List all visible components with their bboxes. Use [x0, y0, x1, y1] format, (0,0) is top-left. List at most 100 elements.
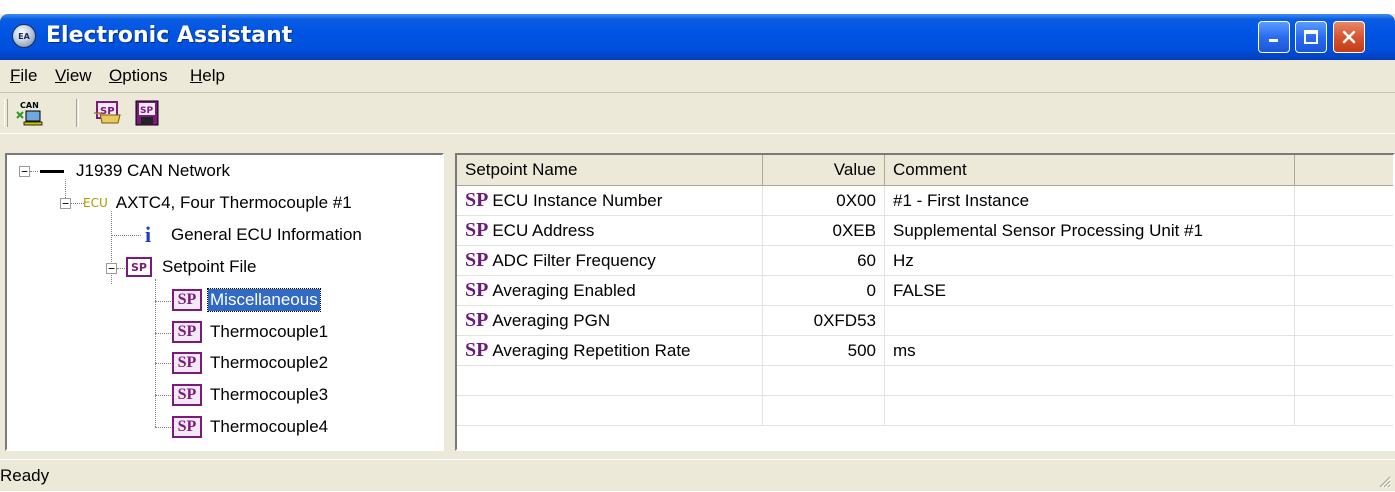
setpoint-comment-cell: FALSE	[885, 276, 1295, 306]
tree-item-general-info[interactable]: i General ECU Information	[143, 220, 364, 250]
info-icon: i	[144, 222, 152, 247]
tree-item-label: Setpoint File	[162, 257, 257, 276]
tree-item-thermocouple4[interactable]: SP Thermocouple4	[172, 412, 330, 442]
setpoint-value-cell[interactable]: 500	[763, 336, 885, 366]
pane-splitter[interactable]	[444, 153, 455, 451]
setpoint-comment-cell: ms	[885, 336, 1295, 366]
resize-grip-icon[interactable]	[1377, 474, 1391, 488]
svg-text:CAN: CAN	[20, 101, 39, 110]
menu-options[interactable]: Options	[109, 66, 168, 86]
setpoint-value-cell[interactable]: 60	[763, 246, 885, 276]
setpoint-icon: SP	[465, 219, 489, 241]
minimize-button[interactable]	[1258, 21, 1290, 53]
toolbar-separator	[76, 99, 79, 127]
close-button[interactable]	[1333, 21, 1365, 53]
collapse-ecu-toggle[interactable]: −	[60, 198, 71, 209]
tree-item-label: Thermocouple1	[210, 322, 329, 341]
setpoint-name-cell: SP Averaging PGN	[457, 306, 763, 336]
empty-cell	[457, 366, 763, 396]
setpoint-comment-cell: Hz	[885, 246, 1295, 276]
setpoint-name-cell: SP Averaging Repetition Rate	[457, 336, 763, 366]
setpoint-name-cell: SP ECU Instance Number	[457, 186, 763, 216]
setpoint-comment-cell: Supplemental Sensor Processing Unit #1	[885, 216, 1295, 246]
tree-item-network[interactable]: J1939 CAN Network	[40, 156, 232, 186]
save-setpoint-button[interactable]: SP	[130, 97, 164, 129]
app-window: EA Electronic Assistant File View Option…	[0, 14, 1395, 491]
setpoint-name-cell: SP Averaging Enabled	[457, 276, 763, 306]
maximize-button[interactable]	[1295, 21, 1327, 53]
menu-file[interactable]: File	[10, 66, 37, 86]
app-icon[interactable]: EA	[12, 24, 36, 48]
ecu-icon: ECU	[83, 196, 108, 210]
menu-view[interactable]: View	[55, 66, 92, 86]
blank-cell	[1295, 276, 1393, 306]
tree-item-label: Thermocouple2	[210, 353, 329, 372]
tree-item-thermocouple1[interactable]: SP Thermocouple1	[172, 317, 330, 347]
empty-cell	[885, 366, 1295, 396]
column-header-comment[interactable]: Comment	[885, 155, 1295, 186]
tree-item-ecu[interactable]: ECU AXTC4, Four Thermocouple #1	[83, 188, 354, 218]
tree-item-label: J1939 CAN Network	[76, 161, 231, 180]
column-header-name[interactable]: Setpoint Name	[457, 155, 763, 186]
setpoint-icon: SP	[465, 249, 489, 271]
open-setpoint-button[interactable]: SP	[90, 97, 124, 129]
tree-item-label: Thermocouple4	[210, 417, 329, 436]
blank-cell	[1295, 216, 1393, 246]
setpoint-icon: SP	[465, 279, 489, 301]
setpoint-comment-cell: #1 - First Instance	[885, 186, 1295, 216]
blank-cell	[1295, 306, 1393, 336]
close-icon	[1342, 30, 1356, 44]
setpoint-tree[interactable]: − J1939 CAN Network − ECU AXTC4, Four Th…	[5, 153, 444, 451]
menu-help[interactable]: Help	[190, 66, 225, 86]
empty-cell	[1295, 396, 1393, 426]
blank-cell	[1295, 186, 1393, 216]
tree-item-label: AXTC4, Four Thermocouple #1	[115, 193, 352, 212]
open-setpoint-file-icon: SP	[94, 101, 121, 124]
minimize-icon	[1269, 39, 1278, 42]
tree-item-setpoint-file[interactable]: SP Setpoint File	[126, 252, 259, 282]
tree-item-label: Thermocouple3	[210, 385, 329, 404]
setpoint-icon: SP	[465, 189, 489, 211]
empty-cell	[885, 396, 1295, 426]
setpoint-comment-cell	[885, 306, 1295, 336]
setpoint-group-icon: SP	[172, 289, 202, 311]
collapse-setpoint-file-toggle[interactable]: −	[106, 263, 117, 274]
can-network-icon	[40, 169, 64, 173]
toolbar-grip[interactable]	[4, 99, 8, 127]
status-text: Ready	[0, 466, 50, 485]
setpoint-value-cell[interactable]: 0X00	[763, 186, 885, 216]
collapse-network-toggle[interactable]: −	[19, 166, 30, 177]
setpoint-name-cell: SP ADC Filter Frequency	[457, 246, 763, 276]
setpoint-value-cell[interactable]: 0XFD53	[763, 306, 885, 336]
setpoint-value-cell[interactable]: 0XEB	[763, 216, 885, 246]
maximize-icon	[1304, 30, 1318, 44]
title-bar[interactable]: EA Electronic Assistant	[0, 14, 1395, 60]
svg-text:SP: SP	[140, 106, 153, 116]
tree-item-label: Miscellaneous	[207, 288, 321, 312]
empty-cell	[1295, 366, 1393, 396]
menu-bar: File View Options Help	[0, 60, 1395, 93]
toolbar: CAN SP SP	[0, 93, 1395, 134]
can-connect-button[interactable]: CAN	[12, 97, 46, 129]
column-header-blank	[1295, 155, 1393, 186]
window-title: Electronic Assistant	[46, 23, 293, 48]
setpoint-group-icon: SP	[172, 352, 202, 374]
column-header-value[interactable]: Value	[763, 155, 885, 186]
blank-cell	[1295, 336, 1393, 366]
tree-item-thermocouple2[interactable]: SP Thermocouple2	[172, 348, 330, 378]
tree-item-label: General ECU Information	[171, 225, 362, 244]
setpoint-group-icon: SP	[172, 416, 202, 438]
tree-item-thermocouple3[interactable]: SP Thermocouple3	[172, 380, 330, 410]
tree-item-miscellaneous[interactable]: SP Miscellaneous	[172, 285, 321, 315]
setpoint-file-icon: SP	[126, 257, 152, 277]
setpoint-group-icon: SP	[172, 321, 202, 343]
empty-cell	[457, 396, 763, 426]
save-setpoint-file-icon: SP	[135, 100, 159, 126]
setpoint-icon: SP	[465, 309, 489, 331]
setpoint-value-cell[interactable]: 0	[763, 276, 885, 306]
empty-cell	[763, 366, 885, 396]
blank-cell	[1295, 246, 1393, 276]
can-network-icon: CAN	[16, 101, 43, 126]
status-bar: Ready	[0, 459, 1395, 492]
setpoint-icon: SP	[465, 339, 489, 361]
